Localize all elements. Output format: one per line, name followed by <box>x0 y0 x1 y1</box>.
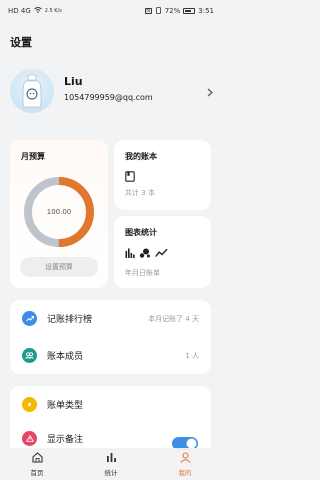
list-item-label: 账本成员 <box>47 352 84 362</box>
stats-icon <box>106 452 117 465</box>
budget-center-value: 100.00 <box>46 208 72 216</box>
charts-subtitle: 年月日账单 <box>125 269 160 277</box>
avatar[interactable] <box>10 69 54 113</box>
vibrate-icon <box>155 6 162 16</box>
tab-label: 我的 <box>178 468 192 477</box>
line-chart-icon <box>155 243 168 262</box>
list-item-members[interactable]: 账本成员 1 人 <box>10 337 211 374</box>
budget-title: 月预算 <box>21 152 45 161</box>
battery-percent: 72% <box>164 7 181 15</box>
members-icon <box>22 348 37 363</box>
set-budget-button[interactable]: 设置预算 <box>20 257 98 277</box>
list-item-bill-type[interactable]: 账单类型 <box>10 386 211 423</box>
books-count: 共计 3 本 <box>125 189 155 197</box>
wifi-icon <box>33 7 42 15</box>
tab-mine[interactable]: 我的 <box>148 448 222 480</box>
budget-donut-chart: 100.00 <box>20 173 98 251</box>
tab-stats[interactable]: 统计 <box>74 448 148 480</box>
list-item-label: 账单类型 <box>47 401 84 411</box>
stats-list: 记账排行榜 本月记账了 4 天 账本成员 1 人 <box>10 300 211 374</box>
bill-type-icon <box>22 397 37 412</box>
network-speed: 2.5 K/s <box>44 8 62 14</box>
page-title: 设置 <box>10 36 32 49</box>
list-item-label: 显示备注 <box>47 435 84 445</box>
books-title: 我的账本 <box>125 152 157 161</box>
list-item-value: 1 人 <box>185 351 199 360</box>
tab-home[interactable]: 首页 <box>0 448 74 480</box>
list-item-label: 记账排行榜 <box>47 315 93 325</box>
ranking-icon <box>22 311 37 326</box>
note-icon <box>22 431 37 446</box>
bottom-tab-bar: 首页 统计 我的 <box>0 448 222 480</box>
clock: 3:51 <box>198 7 214 15</box>
bottle-avatar-icon <box>22 74 42 108</box>
status-bar: HD 4G 2.5 K/s N 72% 3:51 <box>0 0 222 22</box>
monthly-budget-card[interactable]: 月预算 100.00 设置预算 <box>10 140 108 288</box>
bubble-chart-icon <box>139 243 151 262</box>
tab-label: 统计 <box>104 468 118 477</box>
charts-title: 图表统计 <box>125 228 157 237</box>
battery-icon <box>183 8 196 14</box>
profile-header[interactable]: Liu 1054799959@qq.com <box>10 65 215 115</box>
show-notes-toggle[interactable] <box>172 435 200 450</box>
profile-name: Liu <box>64 75 83 88</box>
home-icon <box>31 451 43 465</box>
nfc-icon: N <box>144 8 152 14</box>
profile-icon <box>180 451 191 465</box>
tab-label: 首页 <box>30 468 44 477</box>
list-item-value: 本月记账了 4 天 <box>148 314 199 323</box>
my-books-card[interactable]: 我的账本 共计 3 本 <box>114 140 211 210</box>
status-network-text: HD 4G <box>8 7 31 15</box>
bar-chart-icon <box>125 243 135 262</box>
profile-email: 1054799959@qq.com <box>64 93 153 102</box>
chevron-right-icon[interactable] <box>207 82 213 101</box>
list-item-ranking[interactable]: 记账排行榜 本月记账了 4 天 <box>10 300 211 337</box>
chart-stats-card[interactable]: 图表统计 年月日账单 <box>114 216 211 288</box>
book-icon <box>125 167 135 186</box>
